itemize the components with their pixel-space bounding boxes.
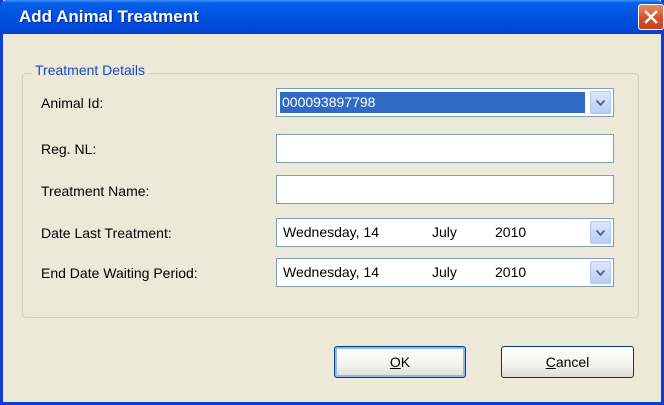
ok-mnemonic: O [389, 354, 401, 370]
cancel-label-rest: ancel [555, 354, 590, 370]
chevron-down-icon [596, 229, 605, 236]
date-last-treatment-label: Date Last Treatment: [41, 225, 172, 241]
end-date-waiting-day: Wednesday, 14 [283, 264, 379, 280]
ok-button[interactable]: OK [334, 346, 466, 378]
cancel-mnemonic: C [545, 354, 556, 370]
date-last-treatment-dropdown-button[interactable] [590, 221, 611, 244]
chevron-down-icon [596, 269, 605, 276]
close-icon [644, 10, 658, 24]
treatment-name-label: Treatment Name: [41, 183, 150, 199]
animal-id-value: 000093897798 [280, 92, 585, 113]
ok-label-rest: K [400, 354, 411, 370]
date-last-treatment-day: Wednesday, 14 [283, 224, 379, 240]
date-last-treatment-year: 2010 [495, 224, 527, 240]
treatment-name-field[interactable] [276, 175, 614, 204]
reg-nl-label: Reg. NL: [41, 141, 97, 157]
close-button[interactable] [638, 4, 664, 30]
date-last-treatment-month: July [432, 224, 457, 240]
end-date-waiting-month: July [432, 264, 457, 280]
animal-id-combobox[interactable]: 000093897798 [276, 88, 614, 117]
window-title: Add Animal Treatment [19, 7, 199, 26]
animal-id-label: Animal Id: [41, 95, 104, 111]
animal-id-dropdown-button[interactable] [590, 91, 611, 114]
end-date-waiting-label: End Date Waiting Period: [41, 265, 198, 281]
group-label: Treatment Details [32, 62, 148, 78]
date-last-treatment-picker[interactable]: Wednesday, 14 July 2010 [276, 218, 614, 247]
title-bar[interactable]: Add Animal Treatment [0, 0, 664, 34]
cancel-button[interactable]: Cancel [501, 346, 634, 378]
end-date-waiting-dropdown-button[interactable] [590, 261, 611, 284]
reg-nl-field[interactable] [276, 134, 614, 163]
chevron-down-icon [596, 99, 605, 106]
end-date-waiting-picker[interactable]: Wednesday, 14 July 2010 [276, 258, 614, 287]
end-date-waiting-year: 2010 [495, 264, 527, 280]
